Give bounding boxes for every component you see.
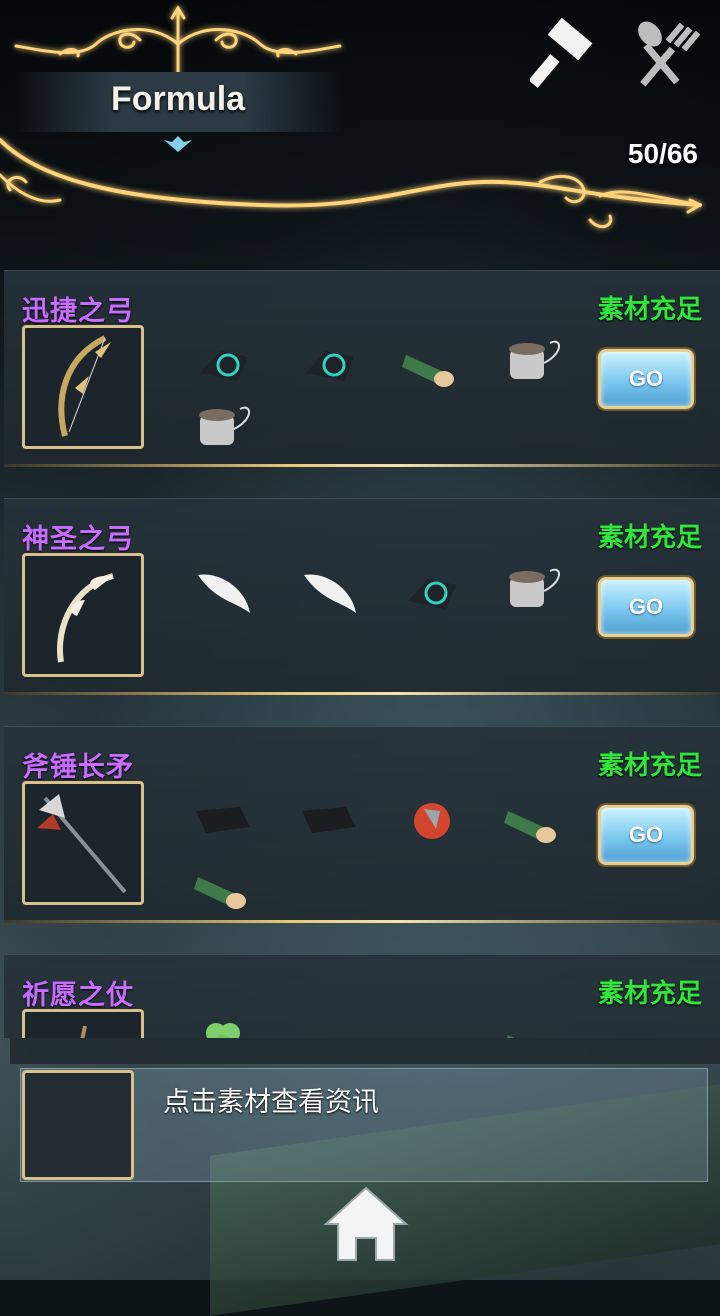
recipe-name: 祈愿之仗 bbox=[22, 980, 134, 1011]
dark-leather-material[interactable] bbox=[190, 789, 260, 849]
recipe-row[interactable]: 迅捷之弓 素材充足 GO bbox=[4, 270, 720, 467]
material-status: 素材充足 bbox=[597, 751, 702, 781]
golden-bow-icon bbox=[58, 335, 111, 437]
list-bottom-edge bbox=[10, 1038, 720, 1064]
clover-material[interactable] bbox=[190, 1013, 260, 1038]
green-log-material[interactable] bbox=[500, 789, 570, 849]
staff-icon bbox=[80, 1025, 87, 1038]
recipe-counter: 50/66 bbox=[627, 138, 698, 169]
recipe-list[interactable]: 迅捷之弓 素材充足 GO 神圣之弓 素材充足 GO 斧锤长矛 素材充足 GO 祈… bbox=[4, 270, 720, 1038]
red-ore-material[interactable] bbox=[398, 789, 468, 849]
green-log-material[interactable] bbox=[190, 855, 260, 915]
material-status: 素材充足 bbox=[597, 295, 702, 325]
home-icon[interactable] bbox=[322, 1184, 410, 1264]
dark-crystal-material[interactable] bbox=[296, 333, 366, 393]
material-status: 素材充足 bbox=[597, 979, 702, 1009]
material-status: 素材充足 bbox=[597, 523, 702, 553]
recipe-name: 神圣之弓 bbox=[22, 524, 134, 555]
go-button[interactable]: GO bbox=[598, 805, 694, 865]
fork-spoon-icon[interactable] bbox=[628, 18, 702, 88]
white-wing-material[interactable] bbox=[296, 561, 366, 621]
item-slot[interactable] bbox=[22, 781, 144, 905]
thread-spool-material[interactable] bbox=[500, 333, 570, 393]
recipe-row[interactable]: 神圣之弓 素材充足 GO bbox=[4, 498, 720, 695]
halberd-icon bbox=[37, 794, 127, 894]
go-button[interactable]: GO bbox=[598, 577, 694, 637]
recipe-row[interactable]: 斧锤长矛 素材充足 GO bbox=[4, 726, 720, 923]
item-slot[interactable] bbox=[22, 553, 144, 677]
sprout-material[interactable] bbox=[296, 1013, 366, 1038]
hammer-icon[interactable] bbox=[530, 18, 604, 88]
info-hint-text: 点击素材查看资讯 bbox=[163, 1087, 379, 1118]
white-wing-material[interactable] bbox=[190, 561, 260, 621]
selected-material-slot[interactable] bbox=[22, 1070, 134, 1180]
thread-spool-material[interactable] bbox=[500, 561, 570, 621]
item-slot[interactable] bbox=[22, 325, 144, 449]
recipe-row[interactable]: 祈愿之仗 素材充足 bbox=[4, 954, 720, 1038]
dark-leather-material[interactable] bbox=[296, 789, 366, 849]
recipe-name: 斧锤长矛 bbox=[22, 752, 134, 783]
page-title: Formula bbox=[110, 80, 246, 118]
thread-spool-material[interactable] bbox=[190, 399, 260, 459]
green-log-material[interactable] bbox=[500, 1013, 570, 1038]
green-log-material[interactable] bbox=[398, 333, 468, 393]
item-slot[interactable] bbox=[22, 1009, 144, 1038]
go-button[interactable]: GO bbox=[598, 349, 694, 409]
recipe-name: 迅捷之弓 bbox=[22, 296, 134, 327]
dark-crystal-material[interactable] bbox=[190, 333, 260, 393]
winged-bow-icon bbox=[57, 573, 114, 663]
dark-crystal-material[interactable] bbox=[398, 561, 468, 621]
sprout-material[interactable] bbox=[398, 1013, 468, 1038]
